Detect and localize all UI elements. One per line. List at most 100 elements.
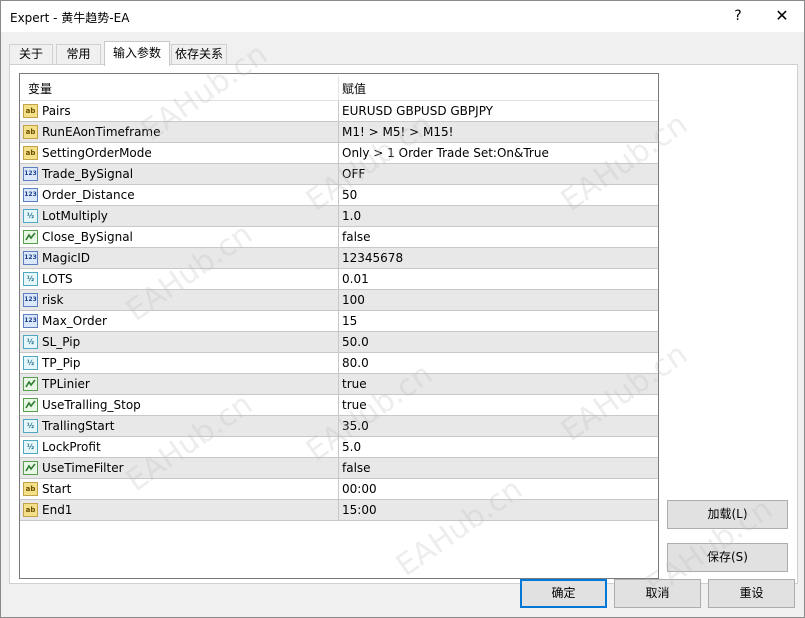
- table-row[interactable]: 123 risk 100: [20, 290, 658, 311]
- column-divider: [338, 500, 339, 521]
- column-divider: [338, 479, 339, 500]
- bool-type-icon: [23, 461, 38, 475]
- table-row[interactable]: ½ TP_Pip 80.0: [20, 353, 658, 374]
- parameter-name: Order_Distance: [42, 188, 135, 202]
- parameters-grid: 变量 赋值 ab Pairs EURUSD GBPUSD GBPJPY ab RunEA…: [19, 73, 659, 579]
- tab-common[interactable]: 常用: [56, 44, 101, 65]
- double-type-icon: ½: [23, 209, 38, 223]
- cancel-button[interactable]: 取消: [614, 579, 701, 608]
- double-type-icon: ½: [23, 419, 38, 433]
- table-row[interactable]: 123 Trade_BySignal OFF: [20, 164, 658, 185]
- header-divider[interactable]: [338, 76, 339, 100]
- parameter-value[interactable]: OFF: [342, 167, 365, 181]
- bool-type-icon: [23, 230, 38, 244]
- table-row[interactable]: ½ LockProfit 5.0: [20, 437, 658, 458]
- column-divider: [338, 395, 339, 416]
- column-divider: [338, 311, 339, 332]
- parameter-name: UseTimeFilter: [42, 461, 124, 475]
- parameter-value[interactable]: 00:00: [342, 482, 377, 496]
- parameter-name: Max_Order: [42, 314, 107, 328]
- parameter-value[interactable]: true: [342, 398, 367, 412]
- parameter-value[interactable]: 50: [342, 188, 357, 202]
- parameter-value[interactable]: 80.0: [342, 356, 369, 370]
- table-row[interactable]: ab Pairs EURUSD GBPUSD GBPJPY: [20, 101, 658, 122]
- integer-type-icon: 123: [23, 251, 38, 265]
- column-divider: [338, 206, 339, 227]
- parameter-value[interactable]: 50.0: [342, 335, 369, 349]
- column-divider: [338, 164, 339, 185]
- parameter-value[interactable]: true: [342, 377, 367, 391]
- table-row[interactable]: Close_BySignal false: [20, 227, 658, 248]
- table-row[interactable]: ab End1 15:00: [20, 500, 658, 521]
- tab-input-parameters[interactable]: 输入参数: [104, 41, 170, 66]
- close-button[interactable]: ✕: [767, 5, 797, 27]
- tab-about[interactable]: 关于: [9, 44, 53, 65]
- parameter-name: LockProfit: [42, 440, 101, 454]
- bool-type-icon: [23, 398, 38, 412]
- help-button[interactable]: ?: [723, 5, 753, 27]
- parameter-name: SL_Pip: [42, 335, 81, 349]
- string-type-icon: ab: [23, 503, 38, 517]
- parameter-name: Trade_BySignal: [42, 167, 134, 181]
- parameter-name: risk: [42, 293, 64, 307]
- tab-dependencies[interactable]: 依存关系: [171, 44, 227, 65]
- table-row[interactable]: ½ TrallingStart 35.0: [20, 416, 658, 437]
- parameter-name: LotMultiply: [42, 209, 108, 223]
- double-type-icon: ½: [23, 440, 38, 454]
- reset-button[interactable]: 重设: [708, 579, 795, 608]
- column-divider: [338, 353, 339, 374]
- table-row[interactable]: 123 MagicID 12345678: [20, 248, 658, 269]
- double-type-icon: ½: [23, 356, 38, 370]
- table-row[interactable]: ab Start 00:00: [20, 479, 658, 500]
- string-type-icon: ab: [23, 482, 38, 496]
- parameter-value[interactable]: 15: [342, 314, 357, 328]
- column-divider: [338, 101, 339, 122]
- parameter-name: MagicID: [42, 251, 91, 265]
- column-divider: [338, 269, 339, 290]
- parameter-name: LOTS: [42, 272, 73, 286]
- window-title: Expert - 黄牛趋势-EA: [10, 11, 130, 25]
- column-divider: [338, 227, 339, 248]
- header-value[interactable]: 赋值: [342, 80, 366, 97]
- header-variable[interactable]: 变量: [28, 80, 52, 97]
- parameter-value[interactable]: 12345678: [342, 251, 403, 265]
- parameter-name: Pairs: [42, 104, 71, 118]
- parameter-value[interactable]: Only > 1 Order Trade Set:On&True: [342, 146, 549, 160]
- save-button[interactable]: 保存(S): [667, 543, 788, 572]
- table-row[interactable]: ½ LOTS 0.01: [20, 269, 658, 290]
- column-divider: [338, 332, 339, 353]
- parameter-value[interactable]: 100: [342, 293, 365, 307]
- ok-button[interactable]: 确定: [520, 579, 607, 608]
- parameter-value[interactable]: 15:00: [342, 503, 377, 517]
- integer-type-icon: 123: [23, 167, 38, 181]
- double-type-icon: ½: [23, 272, 38, 286]
- table-row[interactable]: UseTimeFilter false: [20, 458, 658, 479]
- table-row[interactable]: 123 Max_Order 15: [20, 311, 658, 332]
- table-row[interactable]: UseTralling_Stop true: [20, 395, 658, 416]
- table-row[interactable]: ½ SL_Pip 50.0: [20, 332, 658, 353]
- parameter-name: Close_BySignal: [42, 230, 133, 244]
- parameter-value[interactable]: 5.0: [342, 440, 361, 454]
- table-row[interactable]: ab SettingOrderMode Only > 1 Order Trade S…: [20, 143, 658, 164]
- parameter-value[interactable]: false: [342, 461, 371, 475]
- parameter-value[interactable]: M1! > M5! > M15!: [342, 125, 453, 139]
- column-divider: [338, 416, 339, 437]
- column-divider: [338, 458, 339, 479]
- column-divider: [338, 290, 339, 311]
- grid-header: 变量 赋值: [20, 74, 658, 101]
- parameter-value[interactable]: 1.0: [342, 209, 361, 223]
- table-row[interactable]: ½ LotMultiply 1.0: [20, 206, 658, 227]
- double-type-icon: ½: [23, 335, 38, 349]
- string-type-icon: ab: [23, 104, 38, 118]
- parameter-value[interactable]: false: [342, 230, 371, 244]
- table-row[interactable]: ab RunEAonTimeframe M1! > M5! > M15!: [20, 122, 658, 143]
- table-row[interactable]: TPLinier true: [20, 374, 658, 395]
- column-divider: [338, 122, 339, 143]
- parameter-value[interactable]: 0.01: [342, 272, 369, 286]
- table-row[interactable]: 123 Order_Distance 50: [20, 185, 658, 206]
- parameter-value[interactable]: 35.0: [342, 419, 369, 433]
- integer-type-icon: 123: [23, 293, 38, 307]
- parameter-name: SettingOrderMode: [42, 146, 152, 160]
- parameter-value[interactable]: EURUSD GBPUSD GBPJPY: [342, 104, 493, 118]
- load-button[interactable]: 加载(L): [667, 500, 788, 529]
